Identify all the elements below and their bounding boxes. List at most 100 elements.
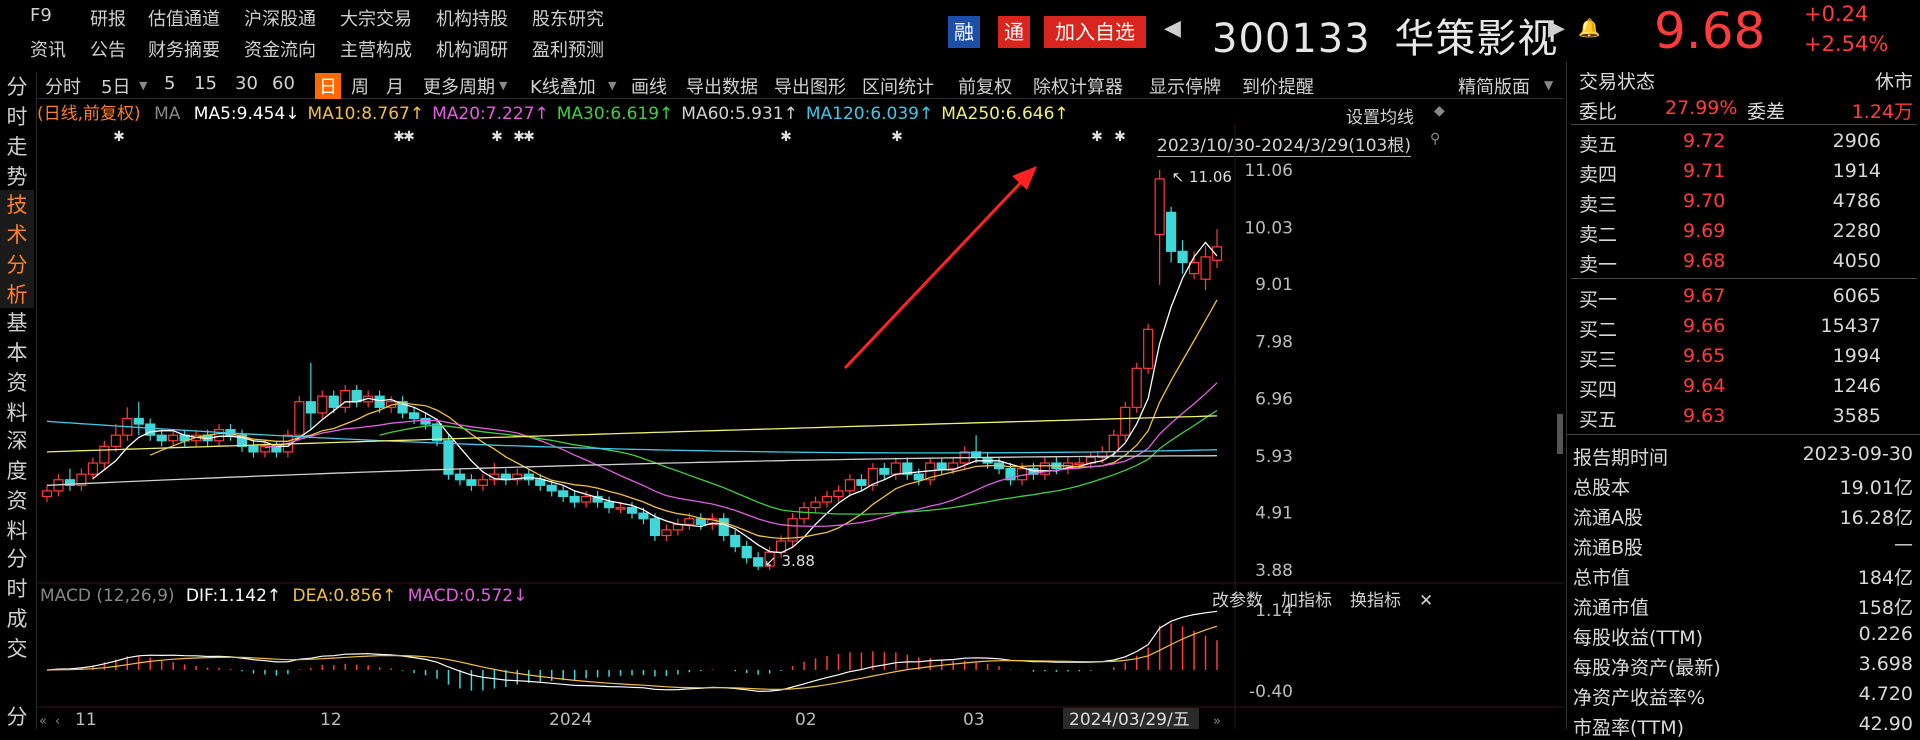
nav2-2[interactable]: 财务摘要 — [148, 36, 220, 62]
nav2-6[interactable]: 盈利预测 — [532, 36, 604, 62]
toolbar-item-7[interactable]: 周 — [351, 73, 369, 99]
tong-badge[interactable]: 通 — [998, 16, 1030, 48]
ask-row: 卖五 9.72 2906 — [1567, 127, 1920, 157]
alert-bell-icon[interactable]: 🔔 — [1578, 18, 1600, 39]
nav1-2[interactable]: 估值通道 — [148, 5, 220, 31]
toolbar-item-5[interactable]: 60 — [272, 73, 295, 94]
bid-label: 买四 — [1579, 379, 1618, 401]
event-marker-icon[interactable]: ✱ — [1091, 129, 1103, 145]
ask-row: 卖四 9.71 1914 — [1567, 157, 1920, 187]
candle-body — [833, 490, 844, 498]
candle-body — [248, 445, 259, 453]
bid-volume: 6065 — [1832, 285, 1881, 307]
event-marker-icon[interactable]: ✱ — [1114, 129, 1126, 145]
y-tick-label: 3.88 — [1255, 561, 1293, 581]
nav2-1[interactable]: 公告 — [90, 36, 126, 62]
candle-body — [1120, 406, 1131, 436]
macd-legend: MACD (12,26,9) DIF:1.142↑ DEA:0.856↑ MAC… — [40, 586, 527, 606]
toolbar-item-1[interactable]: 5日 — [101, 73, 130, 99]
left-tab-4[interactable]: 分 时 成 交 — [0, 544, 34, 662]
add-watchlist-button[interactable]: 加入自选 — [1044, 16, 1146, 48]
toolbar-item-9[interactable]: 更多周期 — [423, 73, 495, 99]
toolbar-item-16[interactable]: 除权计算器 — [1033, 73, 1123, 99]
event-marker-icon[interactable]: ✱ — [491, 129, 503, 145]
nav1-4[interactable]: 大宗交易 — [340, 5, 412, 31]
price-change-pct: +2.54% — [1804, 32, 1889, 56]
ma-value-1: MA10:8.767↑ — [307, 104, 425, 124]
fundamental-row: 总市值 184亿 — [1567, 560, 1920, 590]
toolbar-item-6[interactable]: 日 — [315, 73, 341, 99]
ma-settings-pin-icon[interactable]: ◆ — [1434, 103, 1445, 119]
nav2-3[interactable]: 资金流向 — [244, 36, 316, 62]
ask-row: 卖三 9.70 4786 — [1567, 187, 1920, 217]
toolbar-item-15[interactable]: 前复权 — [958, 73, 1012, 99]
fundamental-row: 流通B股 — — [1567, 530, 1920, 560]
toolbar-item-17[interactable]: 显示停牌 — [1149, 73, 1221, 99]
nav1-3[interactable]: 沪深股通 — [244, 5, 316, 31]
next-stock-icon[interactable]: ▶ — [1548, 16, 1565, 41]
dropdown-arrow-icon[interactable]: ▼ — [499, 79, 507, 92]
macd-button-2[interactable]: 换指标 — [1350, 591, 1401, 611]
macd-button-1[interactable]: 加指标 — [1281, 591, 1332, 611]
panel-collapse-handle[interactable] — [1557, 414, 1563, 454]
candle-body — [638, 512, 649, 520]
fund-label: 每股收益(TTM) — [1573, 627, 1704, 649]
scroll-right-icon[interactable]: » — [1213, 714, 1221, 729]
toolbar-item-18[interactable]: 到价提醒 — [1242, 73, 1314, 99]
scroll-left-single-icon[interactable]: ‹ — [55, 714, 60, 729]
macd-button-0[interactable]: 改参数 — [1212, 591, 1263, 611]
toolbar-item-2[interactable]: 5 — [164, 73, 175, 94]
macd-value: MACD:0.572↓ — [407, 586, 528, 606]
stock-title: 300133 华策影视 — [1212, 6, 1558, 64]
toolbar-item-12[interactable]: 导出数据 — [686, 73, 758, 99]
fundamental-row: 流通A股 16.28亿 — [1567, 500, 1920, 530]
candle-body — [168, 434, 179, 442]
toolbar-item-8[interactable]: 月 — [386, 73, 404, 99]
nav1-5[interactable]: 机构持股 — [436, 5, 508, 31]
event-marker-icon[interactable]: ✱ — [780, 129, 792, 145]
kline-chart[interactable]: 11.06 10.03 9.01 7.98 6.96 5.93 4.91 3.88 ↖ 11.0… — [37, 124, 1564, 729]
chart-toolbar: 分时 5日 ▼ 5 15 30 60 日周月更多周期 ▼ K线叠加 ▼ 画线 导出数据 导出图形 区间统计前… — [37, 70, 1564, 99]
nav2-5[interactable]: 机构调研 — [436, 36, 508, 62]
y-tick-label: 4.91 — [1255, 504, 1293, 524]
candle-body — [821, 495, 833, 503]
prev-stock-icon[interactable]: ◀ — [1164, 16, 1181, 41]
close-icon[interactable]: ✕ — [1419, 591, 1433, 611]
nav2-0[interactable]: 资讯 — [30, 36, 66, 62]
rong-badge[interactable]: 融 — [948, 16, 980, 48]
ask-label: 卖三 — [1579, 194, 1618, 216]
macd-label: MACD (12,26,9) — [40, 586, 175, 606]
toolbar-item-13[interactable]: 导出图形 — [774, 73, 846, 99]
dropdown-arrow-icon[interactable]: ▼ — [139, 79, 147, 92]
event-marker-icon[interactable]: ✱ — [891, 129, 903, 145]
fund-label: 流通A股 — [1573, 507, 1643, 529]
ma-legend: (日线,前复权) MA MA5:9.454↓ MA10:8.767↑ MA20:7.… — [37, 99, 1085, 125]
left-tab-3[interactable]: 深 度 资 料 — [0, 426, 34, 544]
bid-row: 买三 9.65 1994 — [1567, 342, 1920, 372]
y-tick-label: 10.03 — [1244, 218, 1293, 238]
toolbar-item-0[interactable]: 分时 — [45, 73, 81, 99]
left-tab-5[interactable]: 分 — [0, 702, 34, 732]
nav1-6[interactable]: 股东研究 — [532, 5, 604, 31]
candle-body — [1154, 178, 1165, 236]
nav2-4[interactable]: 主营构成 — [340, 36, 412, 62]
left-tab-0[interactable]: 分 时 走 势 — [0, 72, 34, 190]
toolbar-item-4[interactable]: 30 — [235, 73, 258, 94]
left-tab-1[interactable]: 技 术 分 析 — [0, 190, 34, 308]
fundamental-row: 每股收益(TTM) 0.226 — [1567, 620, 1920, 650]
left-tab-2[interactable]: 基 本 资 料 — [0, 308, 34, 426]
nav1-0[interactable]: F9 — [30, 5, 52, 26]
toolbar-item-10[interactable]: K线叠加 — [530, 73, 596, 99]
scroll-left-icon[interactable]: « — [39, 714, 47, 729]
dropdown-arrow-icon[interactable]: ▼ — [608, 79, 616, 92]
nav1-1[interactable]: 研报 — [90, 5, 126, 31]
event-marker-icon[interactable]: ✱ — [403, 129, 415, 145]
fund-label: 流通B股 — [1573, 537, 1644, 559]
fund-label: 报告期时间 — [1573, 447, 1669, 469]
toolbar-item-3[interactable]: 15 — [194, 73, 217, 94]
event-marker-icon[interactable]: ✱ — [113, 129, 125, 145]
toolbar-item-14[interactable]: 区间统计 — [862, 73, 934, 99]
compact-layout-toggle[interactable]: 精简版面 ▼ — [1450, 70, 1566, 98]
event-marker-icon[interactable]: ✱ — [523, 129, 535, 145]
toolbar-item-11[interactable]: 画线 — [631, 73, 667, 99]
